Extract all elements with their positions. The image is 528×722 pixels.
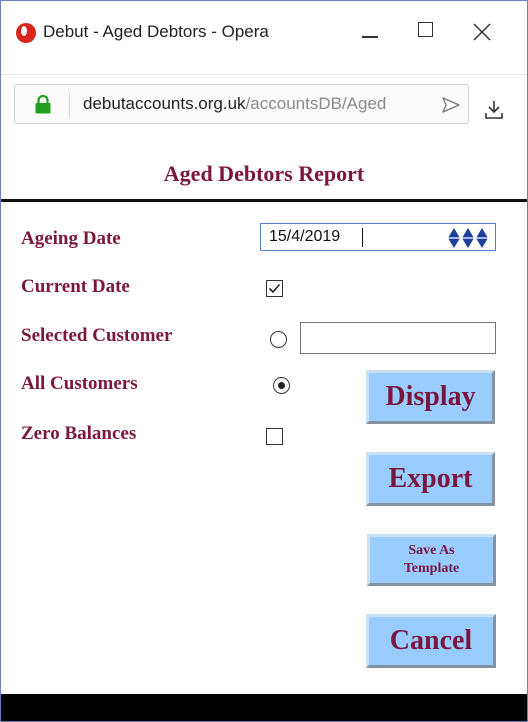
window-title: Debut - Aged Debtors - Opera [43,22,269,41]
page-content: Aged Debtors Report Ageing Date 15/4/201… [1,144,527,721]
customer-input[interactable] [300,322,496,354]
footer-bar [1,694,527,721]
selected-customer-radio[interactable] [270,331,287,348]
all-customers-label: All Customers [21,373,138,394]
all-customers-radio[interactable] [273,377,290,394]
close-icon [473,23,491,41]
text-caret [362,228,363,247]
browser-window: Debut - Aged Debtors - Opera debutaccoun… [0,0,528,722]
url-text[interactable]: debutaccounts.org.uk/accountsDB/Aged [83,94,435,114]
date-spinner-icon[interactable] [448,228,490,248]
url-field[interactable]: debutaccounts.org.uk/accountsDB/Aged [14,84,469,124]
lock-icon [35,95,51,114]
maximize-button[interactable] [406,15,446,51]
display-button[interactable]: Display [366,370,495,424]
save-template-line1: Save As [408,543,455,558]
ageing-date-input[interactable]: 15/4/2019 [260,223,496,251]
url-separator [69,93,70,117]
opera-icon [16,23,36,43]
checkmark-icon [268,283,281,294]
save-template-line2: Template [403,561,460,576]
cancel-button[interactable]: Cancel [366,614,496,668]
download-icon[interactable] [484,100,504,120]
address-bar: debutaccounts.org.uk/accountsDB/Aged [1,74,527,135]
page-title: Aged Debtors Report [163,161,365,186]
close-button[interactable] [462,15,502,51]
minimize-button[interactable] [350,15,390,51]
save-as-template-button[interactable]: Save As Template [367,534,496,586]
url-host: debutaccounts.org.uk [83,94,246,113]
zero-balances-label: Zero Balances [21,423,137,444]
selected-customer-label: Selected Customer [21,325,173,346]
current-date-checkbox[interactable] [266,280,283,297]
title-bar: Debut - Aged Debtors - Opera [1,1,527,61]
current-date-label: Current Date [21,276,130,297]
ageing-date-value: 15/4/2019 [269,228,341,245]
export-button[interactable]: Export [366,452,495,506]
url-path: /accountsDB/Aged [245,94,387,113]
zero-balances-checkbox[interactable] [266,428,283,445]
title-divider [1,199,527,202]
send-icon[interactable] [441,95,461,115]
ageing-date-label: Ageing Date [21,228,121,249]
